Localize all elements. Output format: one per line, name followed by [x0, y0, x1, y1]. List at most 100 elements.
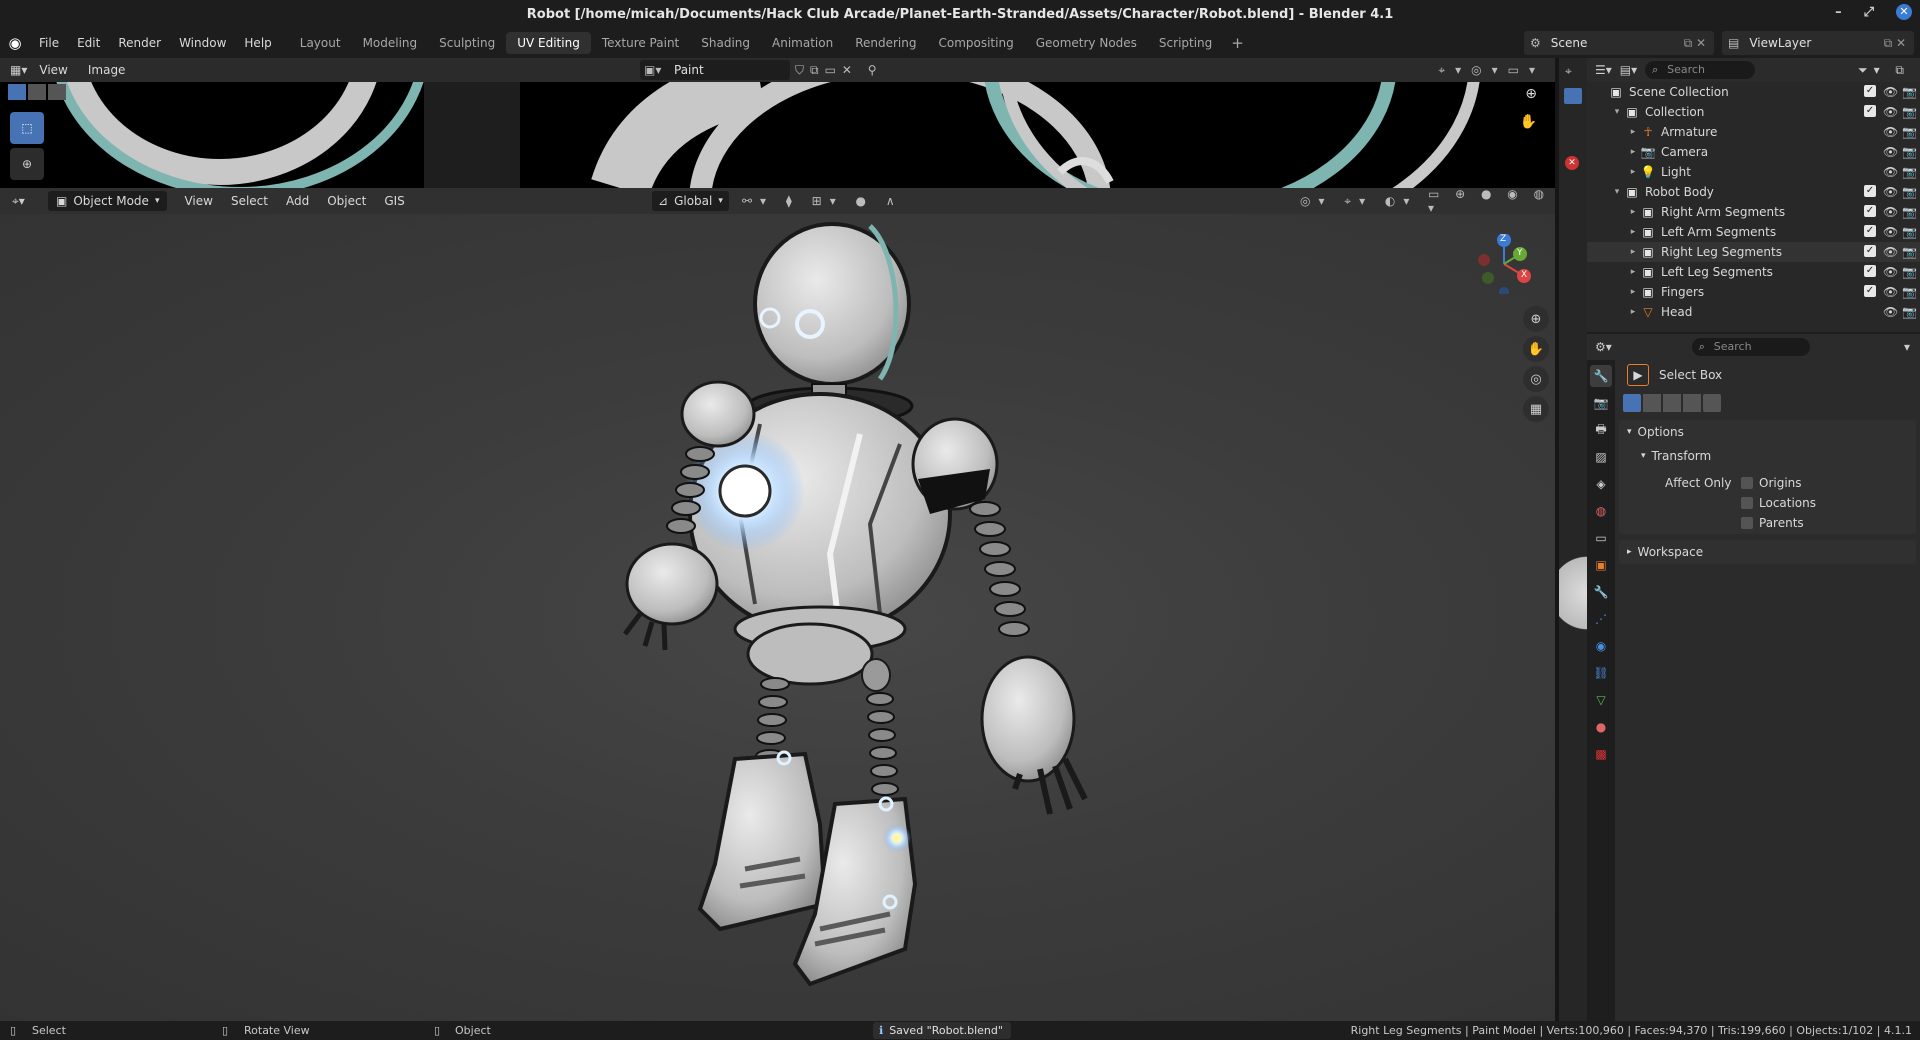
render-tab-icon[interactable]: 📷: [1590, 392, 1612, 414]
exclude-checkbox[interactable]: ✓: [1864, 205, 1876, 217]
output-tab-icon[interactable]: 🖶: [1590, 419, 1612, 441]
render-camera-icon[interactable]: 📷: [1902, 225, 1917, 239]
constraints-tab-icon[interactable]: ⛓: [1590, 662, 1612, 684]
scene-tab-icon[interactable]: ◈: [1590, 473, 1612, 495]
chevron-right-icon[interactable]: ▸: [1627, 147, 1639, 157]
menu-edit[interactable]: Edit: [68, 28, 109, 58]
menu-file[interactable]: File: [30, 28, 68, 58]
visibility-toggles[interactable]: ✓ 👁 📷: [1864, 205, 1917, 219]
viewport-menu-view[interactable]: View: [175, 194, 221, 208]
render-camera-icon[interactable]: 📷: [1902, 305, 1917, 319]
exclude-checkbox[interactable]: ✓: [1864, 265, 1876, 277]
tool-tab-icon[interactable]: 🔧: [1590, 365, 1612, 387]
locations-checkbox[interactable]: Locations: [1741, 496, 1816, 510]
chevron-right-icon[interactable]: ▸: [1627, 127, 1639, 137]
restore-icon[interactable]: ⤢: [1864, 5, 1874, 20]
eye-icon[interactable]: 👁: [1883, 225, 1898, 239]
visibility-toggles[interactable]: 👁 📷: [1883, 165, 1917, 179]
data-tab-icon[interactable]: ▽: [1590, 689, 1612, 711]
snapping-icons[interactable]: ⚯▾ ⧫ ⊞▾ ● ∧: [742, 194, 903, 208]
options-section[interactable]: ▾ Options: [1619, 420, 1916, 444]
outliner-row[interactable]: ▸ ▣ Left Leg Segments ✓ 👁 📷: [1587, 262, 1920, 282]
visibility-toggles[interactable]: ✓ 👁 📷: [1864, 285, 1917, 299]
chevron-right-icon[interactable]: ▸: [1627, 227, 1639, 237]
chevron-right-icon[interactable]: ▸: [1627, 287, 1639, 297]
exclude-checkbox[interactable]: ✓: [1864, 85, 1876, 97]
eye-icon[interactable]: 👁: [1883, 165, 1898, 179]
render-camera-icon[interactable]: 📷: [1902, 105, 1917, 119]
workspace-section[interactable]: ▸ Workspace: [1619, 540, 1916, 564]
camera-view-icon[interactable]: ◎: [1523, 366, 1549, 392]
exclude-checkbox[interactable]: ✓: [1864, 285, 1876, 297]
eye-icon[interactable]: 👁: [1883, 125, 1898, 139]
perspective-grid-icon[interactable]: ▦: [1523, 396, 1549, 422]
close-icon[interactable]: ✕: [1896, 4, 1912, 20]
viewlayer-selector[interactable]: ▤ ViewLayer ⧉ ✕: [1722, 31, 1914, 55]
outliner-row[interactable]: ▸ ▣ Right Arm Segments ✓ 👁 📷: [1587, 202, 1920, 222]
workspace-tab-texture-paint[interactable]: Texture Paint: [591, 32, 690, 54]
image-selector[interactable]: ▣▾ Paint: [640, 60, 790, 80]
particles-tab-icon[interactable]: ⋰: [1590, 608, 1612, 630]
uv-pan-icon[interactable]: ✋: [1520, 114, 1537, 130]
workspace-tab-sculpting[interactable]: Sculpting: [428, 32, 506, 54]
transform-orientation[interactable]: ⊿ Global ▾: [652, 191, 729, 211]
visibility-toggles[interactable]: 👁 📷: [1883, 145, 1917, 159]
physics-tab-icon[interactable]: ◉: [1590, 635, 1612, 657]
mode-selector[interactable]: ▣ Object Mode ▾: [48, 191, 168, 211]
viewport-menu-select[interactable]: Select: [222, 194, 277, 208]
modifier-tab-icon[interactable]: 🔧: [1590, 581, 1612, 603]
viewport-overlay-icons[interactable]: ◎▾ ⌖▾ ◐▾: [1300, 194, 1417, 209]
workspace-tab-scripting[interactable]: Scripting: [1148, 32, 1223, 54]
workspace-tab-animation[interactable]: Animation: [761, 32, 844, 54]
origins-checkbox[interactable]: Origins: [1741, 476, 1802, 490]
parents-checkbox[interactable]: Parents: [1741, 516, 1804, 530]
menu-help[interactable]: Help: [235, 28, 280, 58]
outliner-row[interactable]: ▣ Scene Collection ✓ 👁 📷: [1587, 82, 1920, 102]
exclude-checkbox[interactable]: ✓: [1864, 105, 1876, 117]
visibility-toggles[interactable]: ✓ 👁 📷: [1864, 245, 1917, 259]
outliner-row[interactable]: ▾ ▣ Robot Body ✓ 👁 📷: [1587, 182, 1920, 202]
render-camera-icon[interactable]: 📷: [1902, 265, 1917, 279]
editor-type-icon[interactable]: ▦▾: [10, 63, 27, 77]
eye-icon[interactable]: 👁: [1883, 245, 1898, 259]
chevron-right-icon[interactable]: ▸: [1627, 307, 1639, 317]
chevron-right-icon[interactable]: ▸: [1627, 167, 1639, 177]
chevron-down-icon[interactable]: ▾: [1611, 187, 1623, 197]
visibility-toggles[interactable]: ✓ 👁 📷: [1864, 105, 1917, 119]
minimize-icon[interactable]: –: [1835, 5, 1842, 20]
strip-close-icon[interactable]: ✕: [1565, 156, 1579, 170]
exclude-checkbox[interactable]: ✓: [1864, 245, 1876, 257]
display-mode-icon[interactable]: ▤▾: [1620, 63, 1637, 77]
render-camera-icon[interactable]: 📷: [1902, 205, 1917, 219]
uv-select-modes[interactable]: [8, 84, 66, 100]
shading-mode-icons[interactable]: ▭ ⊕ ● ◉ ◍ ▾: [1428, 187, 1555, 215]
exclude-checkbox[interactable]: ✓: [1864, 185, 1876, 197]
texture-tab-icon[interactable]: ▩: [1590, 743, 1612, 765]
view-layer-tab-icon[interactable]: ▨: [1590, 446, 1612, 468]
workspace-tab-geometry-nodes[interactable]: Geometry Nodes: [1025, 32, 1148, 54]
uv-menu-image[interactable]: Image: [80, 63, 134, 77]
outliner-row[interactable]: ▸ ☥ Armature 👁 📷: [1587, 122, 1920, 142]
3d-viewport[interactable]: Z Y X ⊕ ✋ ◎ ▦: [0, 214, 1555, 1021]
outliner-row[interactable]: ▸ ▣ Fingers ✓ 👁 📷: [1587, 282, 1920, 302]
outliner-row[interactable]: ▸ 💡 Light 👁 📷: [1587, 162, 1920, 182]
render-camera-icon[interactable]: 📷: [1902, 285, 1917, 299]
menu-render[interactable]: Render: [109, 28, 170, 58]
outliner-row[interactable]: ▸ ▣ Left Arm Segments ✓ 👁 📷: [1587, 222, 1920, 242]
image-actions-icon[interactable]: ⛉⧉▭✕ ⚲: [795, 63, 883, 78]
eye-icon[interactable]: 👁: [1883, 145, 1898, 159]
chevron-right-icon[interactable]: ▸: [1627, 207, 1639, 217]
viewport-menu-gis[interactable]: GIS: [375, 194, 413, 208]
visibility-toggles[interactable]: ✓ 👁 📷: [1864, 265, 1917, 279]
render-camera-icon[interactable]: 📷: [1902, 245, 1917, 259]
outliner-row[interactable]: ▸ ▣ Right Leg Segments ✓ 👁 📷: [1587, 242, 1920, 262]
exclude-checkbox[interactable]: ✓: [1864, 225, 1876, 237]
render-camera-icon[interactable]: 📷: [1902, 185, 1917, 199]
uv-menu-view[interactable]: View: [31, 63, 75, 77]
selection-mode-buttons[interactable]: [1615, 390, 1920, 416]
eye-icon[interactable]: 👁: [1883, 305, 1898, 319]
outliner-row[interactable]: ▸ ▽ Head 👁 📷: [1587, 302, 1920, 322]
workspace-tab-compositing[interactable]: Compositing: [927, 32, 1024, 54]
chevron-right-icon[interactable]: ▸: [1627, 267, 1639, 277]
eye-icon[interactable]: 👁: [1883, 85, 1898, 99]
